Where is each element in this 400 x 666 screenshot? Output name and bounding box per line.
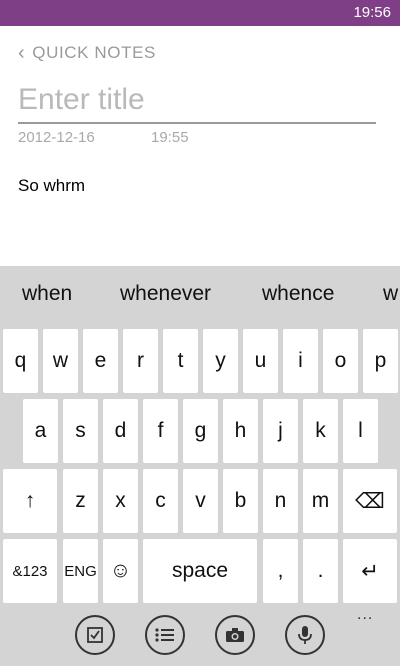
key-k[interactable]: k (303, 399, 338, 463)
microphone-button[interactable] (285, 615, 325, 655)
emoji-key[interactable]: ☺ (103, 539, 138, 603)
key-v[interactable]: v (183, 469, 218, 533)
suggestion-partial[interactable]: w (383, 282, 398, 306)
key-d[interactable]: d (103, 399, 138, 463)
backspace-key[interactable]: ⌫ (343, 469, 397, 533)
status-time: 19:56 (353, 4, 391, 21)
shift-icon: ↑ (24, 489, 36, 512)
key-s[interactable]: s (63, 399, 98, 463)
note-time: 19:55 (151, 129, 189, 146)
title-input[interactable] (18, 78, 376, 124)
camera-icon (226, 628, 244, 642)
note-date: 2012-12-16 (18, 129, 95, 146)
shift-key[interactable]: ↑ (3, 469, 57, 533)
key-a[interactable]: a (23, 399, 58, 463)
checklist-icon (87, 627, 103, 643)
backspace-icon: ⌫ (355, 489, 385, 513)
emoji-icon: ☺ (109, 559, 132, 582)
suggestion-whence[interactable]: whence (262, 282, 334, 306)
key-r[interactable]: r (123, 329, 158, 393)
key-i[interactable]: i (283, 329, 318, 393)
list-button[interactable] (145, 615, 185, 655)
enter-key[interactable]: ↵ (343, 539, 397, 603)
enter-icon: ↵ (361, 559, 379, 583)
key-y[interactable]: y (203, 329, 238, 393)
key-l[interactable]: l (343, 399, 378, 463)
key-f[interactable]: f (143, 399, 178, 463)
keyboard (0, 266, 400, 666)
key-w[interactable]: w (43, 329, 78, 393)
key-m[interactable]: m (303, 469, 338, 533)
chevron-left-icon: ‹ (18, 42, 26, 64)
period-key[interactable]: . (303, 539, 338, 603)
comma-key[interactable]: , (263, 539, 298, 603)
back-button[interactable]: ‹ QUICK NOTES (18, 42, 156, 64)
camera-button[interactable] (215, 615, 255, 655)
list-icon (155, 628, 174, 642)
key-u[interactable]: u (243, 329, 278, 393)
more-button[interactable]: ... (357, 606, 373, 624)
key-z[interactable]: z (63, 469, 98, 533)
key-t[interactable]: t (163, 329, 198, 393)
suggestion-whenever[interactable]: whenever (120, 282, 211, 306)
key-n[interactable]: n (263, 469, 298, 533)
note-body[interactable]: So whrm (18, 176, 85, 196)
back-label: QUICK NOTES (32, 43, 156, 62)
key-p[interactable]: p (363, 329, 398, 393)
key-g[interactable]: g (183, 399, 218, 463)
language-key[interactable]: ENG (63, 539, 98, 603)
key-c[interactable]: c (143, 469, 178, 533)
microphone-icon (298, 626, 312, 644)
checklist-button[interactable] (75, 615, 115, 655)
key-b[interactable]: b (223, 469, 258, 533)
key-o[interactable]: o (323, 329, 358, 393)
suggestion-when[interactable]: when (22, 282, 72, 306)
key-h[interactable]: h (223, 399, 258, 463)
space-key[interactable]: space (143, 539, 257, 603)
key-x[interactable]: x (103, 469, 138, 533)
numbers-key[interactable]: &123 (3, 539, 57, 603)
key-q[interactable]: q (3, 329, 38, 393)
key-j[interactable]: j (263, 399, 298, 463)
key-e[interactable]: e (83, 329, 118, 393)
status-bar: 19:56 (0, 0, 400, 26)
